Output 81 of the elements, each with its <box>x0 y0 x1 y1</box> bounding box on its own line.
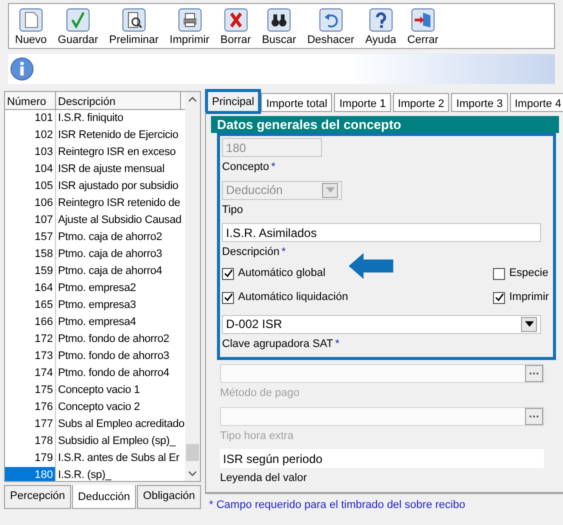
list-row[interactable]: 173 Ptmo. fondo de ahorro3 <box>5 348 186 365</box>
magnifier-page-icon <box>120 7 147 33</box>
x-icon <box>222 7 249 33</box>
tab[interactable]: Principal <box>207 91 260 112</box>
field-label: Método de pago <box>220 387 300 399</box>
tab[interactable]: Importe total <box>261 93 332 112</box>
checkmark-icon <box>64 7 91 33</box>
toolbar-button[interactable]: Deshacer <box>307 7 354 47</box>
required-mark: * <box>335 338 340 350</box>
list-row[interactable]: 178 Subsidio al Empleo (sp)_ <box>5 433 186 450</box>
list-row[interactable]: 172 Ptmo. fondo de ahorro2 <box>5 331 186 348</box>
tab[interactable]: Importe 2 <box>392 93 450 112</box>
scroll-up-icon[interactable] <box>188 95 198 104</box>
undo-icon <box>318 7 344 33</box>
field-label: Tipo hora extra <box>220 430 294 442</box>
list-row[interactable]: 180 I.S.R. (sp)_ <box>5 467 186 481</box>
toolbar-button[interactable]: Imprimir <box>170 7 210 47</box>
required-mark: * <box>281 246 286 258</box>
tab[interactable]: Importe 3 <box>451 93 508 112</box>
list-row[interactable]: 176 Concepto vacio 2 <box>5 399 186 416</box>
checkbox[interactable] <box>222 268 234 280</box>
field-label: Leyenda del valor <box>220 472 307 484</box>
value-field: ISR según periodo <box>220 449 544 468</box>
binoculars-icon <box>266 7 292 33</box>
field-label: Tipo <box>222 204 244 216</box>
list-row[interactable]: 157 Ptmo. caja de ahorro2 <box>5 229 186 246</box>
scroll-down-icon[interactable] <box>188 469 198 478</box>
checkbox[interactable] <box>493 292 506 304</box>
list-row[interactable]: 165 Ptmo. empresa3 <box>5 297 186 314</box>
tab[interactable]: Percepción <box>4 485 72 508</box>
column-header[interactable]: Descripción <box>56 92 181 109</box>
checkbox[interactable] <box>493 268 506 280</box>
toolbar-button[interactable]: Preliminar <box>109 7 159 47</box>
field-label: Concepto <box>222 161 270 173</box>
tab[interactable]: Obligación <box>137 485 202 508</box>
list-row[interactable]: 166 Ptmo. empresa4 <box>5 314 186 331</box>
help-icon <box>368 7 394 33</box>
tab[interactable]: Importe 4 <box>510 93 563 112</box>
field-label: Clave agrupadora SAT <box>222 338 334 350</box>
scrollbar[interactable] <box>185 92 200 481</box>
list-row[interactable]: 164 Ptmo. empresa2 <box>5 280 186 297</box>
list-row[interactable]: 102 ISR Retenido de Ejercicio <box>5 127 186 144</box>
page-icon <box>18 7 44 33</box>
ellipsis-icon <box>529 372 540 375</box>
checkbox-label: Automático liquidación <box>238 290 348 306</box>
footer-note: * Campo requerido para el timbrado del sobre recibo <box>205 493 563 513</box>
list-row[interactable]: 107 Ajuste al Subsidio Causad <box>5 212 186 229</box>
printer-icon <box>176 7 203 33</box>
toolbar-button[interactable]: Nuevo <box>15 7 47 47</box>
column-header[interactable]: Número <box>5 92 56 109</box>
exit-door-icon <box>410 7 436 33</box>
field-label: Descripción <box>222 246 280 258</box>
arrow-icon <box>348 253 394 279</box>
toolbar-button[interactable]: Cerrar <box>407 7 438 47</box>
list-row[interactable]: 177 Subs al Empleo acreditado <box>5 416 186 433</box>
input-field[interactable]: I.S.R. Asimilados <box>222 223 542 242</box>
list-row[interactable]: 105 ISR ajustado por subsidio <box>5 178 186 195</box>
list-row[interactable]: 101 I.S.R. finiquito <box>5 110 186 127</box>
list-row[interactable]: 103 Reintegro ISR en exceso <box>5 144 186 161</box>
required-mark: * <box>271 161 276 173</box>
tab[interactable]: Deducción <box>72 485 136 508</box>
checkbox[interactable] <box>222 292 234 304</box>
checkbox-label: Automático global <box>238 266 326 282</box>
toolbar-button[interactable]: Guardar <box>58 7 98 47</box>
toolbar-button[interactable]: Borrar <box>220 7 251 47</box>
section-header: Datos generales del concepto <box>211 116 560 133</box>
checkbox-label: Imprimir <box>509 290 549 306</box>
list-row[interactable]: 106 Reintegro ISR retenido de <box>5 195 186 212</box>
ellipsis-icon <box>529 414 540 418</box>
info-icon <box>10 57 34 81</box>
toolbar-button[interactable]: Ayuda <box>365 7 396 47</box>
list-row[interactable]: 159 Ptmo. caja de ahorro4 <box>5 263 186 280</box>
checkbox-label: Especie <box>509 266 548 282</box>
list-row[interactable]: 158 Ptmo. caja de ahorro3 <box>5 246 186 263</box>
scroll-thumb[interactable] <box>186 444 200 461</box>
tab[interactable]: Importe 1 <box>334 93 391 112</box>
list-row[interactable]: 175 Concepto vacio 1 <box>5 382 186 399</box>
list-row[interactable]: 104 ISR de ajuste mensual <box>5 161 186 178</box>
list-row[interactable]: 174 Ptmo. fondo de ahorro4 <box>5 365 186 382</box>
dropdown[interactable]: D-002 ISR <box>222 314 542 334</box>
toolbar-button[interactable]: Buscar <box>262 7 296 47</box>
